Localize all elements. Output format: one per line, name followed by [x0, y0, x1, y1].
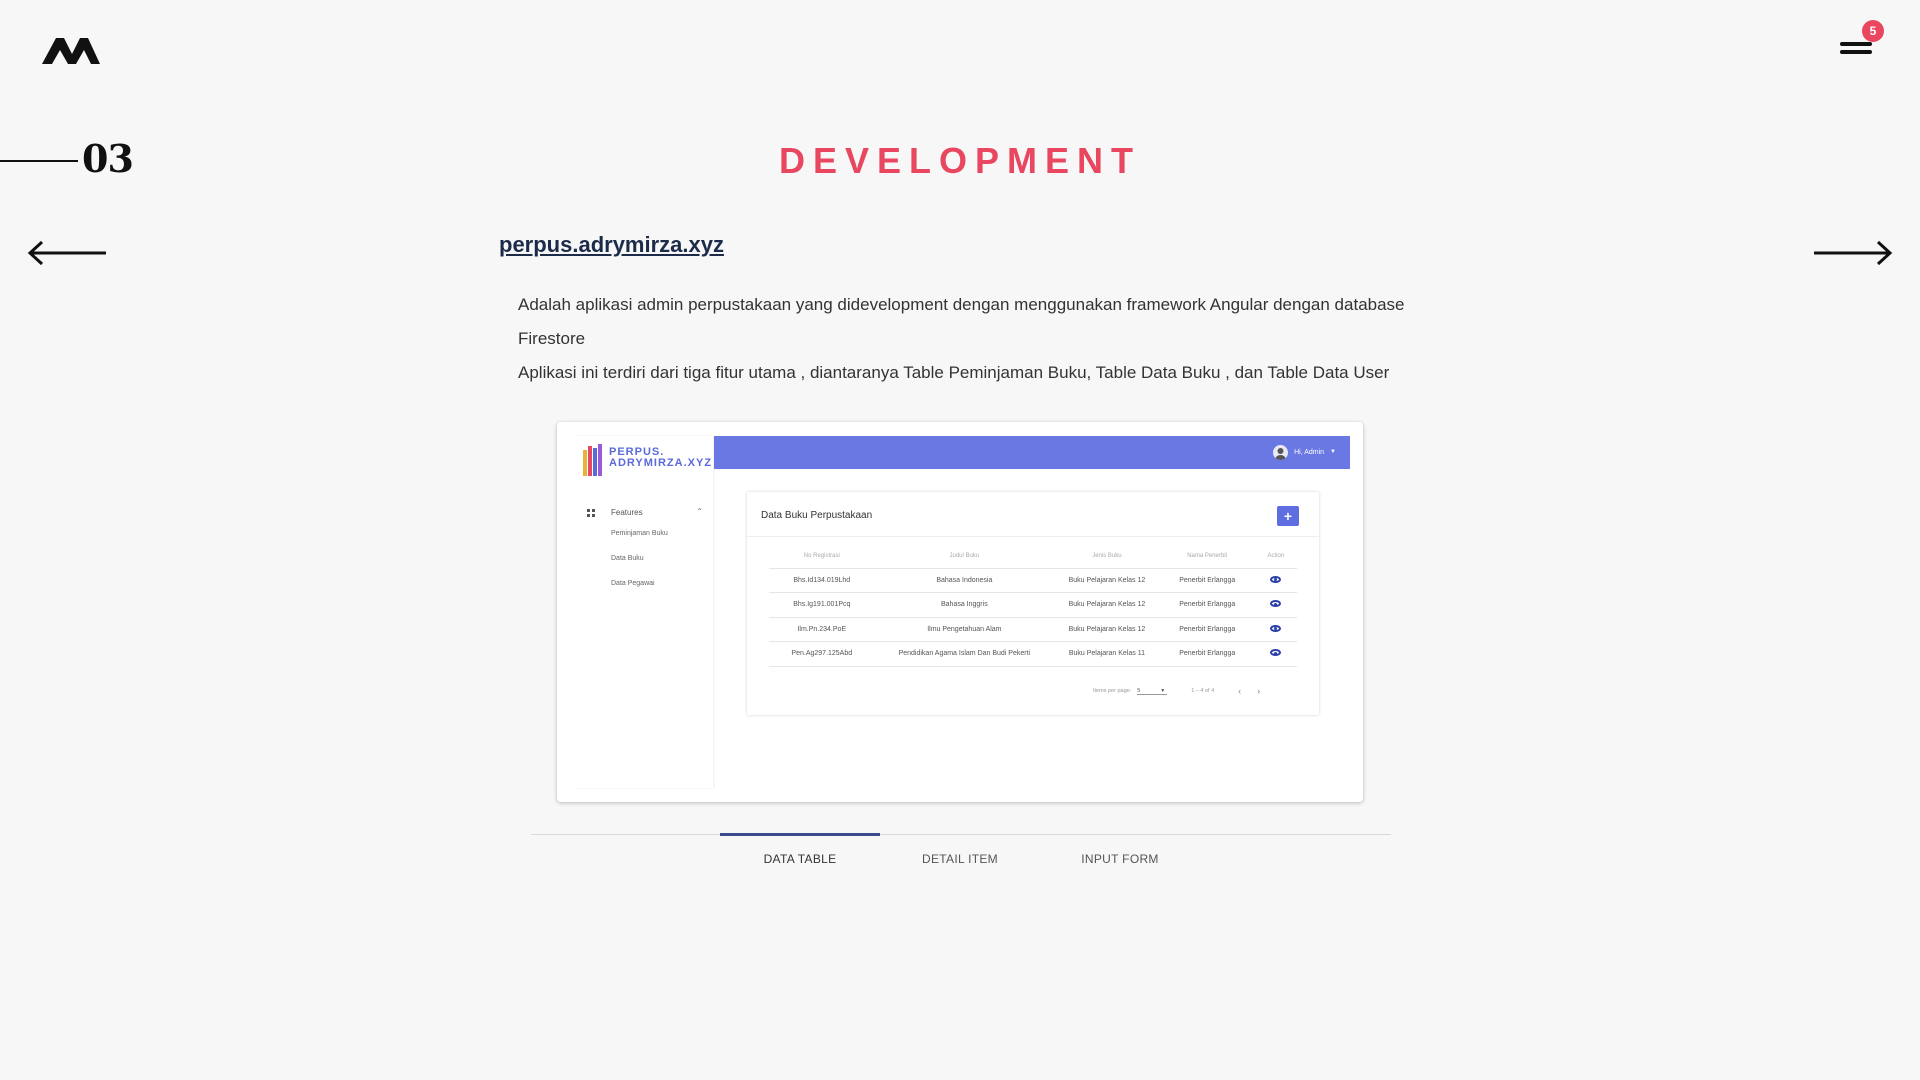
- tab-data-table[interactable]: DATA TABLE: [720, 833, 880, 883]
- table-cell: Buku Pelajaran Kelas 12: [1054, 617, 1160, 642]
- app-brand-text: PERPUS. ADRYMIRZA.XYZ: [609, 447, 712, 469]
- page-size-value: 5: [1137, 687, 1141, 694]
- table-row: Bhs.Ig191.001Pcq Bahasa Inggris Buku Pel…: [769, 592, 1297, 618]
- action-cell: [1254, 617, 1297, 642]
- action-cell: [1254, 641, 1297, 667]
- eye-icon: [1270, 600, 1282, 608]
- chevron-up-icon: ⌃: [696, 507, 703, 516]
- previous-arrow-icon[interactable]: [26, 238, 110, 268]
- column-header: No Registrasi: [769, 544, 875, 569]
- caret-down-icon: ▼: [1160, 687, 1166, 694]
- eye-icon: [1270, 624, 1282, 632]
- next-arrow-icon[interactable]: [1810, 238, 1894, 268]
- table-cell: Penerbit Erlangga: [1159, 568, 1255, 593]
- table-cell: Ilmu Pengetahuan Alam: [874, 617, 1055, 642]
- description-line: Aplikasi ini terdiri dari tiga fitur uta…: [518, 363, 1390, 382]
- table-header-row: No Registrasi Judul Buku Jenis Buku Nama…: [769, 544, 1297, 569]
- app-brand: PERPUS. ADRYMIRZA.XYZ: [583, 444, 713, 478]
- app-topbar: Hi, Admin ▼: [714, 436, 1350, 469]
- table-cell: Buku Pelajaran Kelas 12: [1054, 568, 1160, 593]
- app-sidebar: PERPUS. ADRYMIRZA.XYZ Features ⌃ Peminja…: [573, 436, 713, 788]
- table-cell: Penerbit Erlangga: [1159, 592, 1255, 618]
- action-cell: [1254, 568, 1297, 593]
- description-line: Firestore: [518, 329, 586, 348]
- eye-icon: [1270, 649, 1282, 657]
- card-divider: [747, 536, 1319, 537]
- sidebar-item-peminjaman-buku: Peminjaman Buku: [611, 530, 668, 537]
- description-line: Adalah aplikasi admin perpustakaan yang …: [518, 295, 1405, 314]
- table-cell: Buku Pelajaran Kelas 11: [1054, 641, 1160, 667]
- caret-down-icon: ▼: [1330, 449, 1336, 455]
- page-title: DEVELOPMENT: [778, 140, 1142, 181]
- table-cell: Pen.Ag297.125Abd: [769, 641, 875, 667]
- menu-icon-bar: [1840, 50, 1872, 54]
- table-cell: Ilm.Pn.234.PoE: [769, 617, 875, 642]
- pager-label: Items per page:: [1093, 688, 1132, 694]
- page-size-select: 5 ▼: [1137, 687, 1168, 695]
- menu-icon: [1840, 42, 1872, 46]
- table-row: Bhs.Id134.019Lhd Bahasa Indonesia Buku P…: [769, 568, 1297, 593]
- app-screenshot: PERPUS. ADRYMIRZA.XYZ Features ⌃ Peminja…: [557, 422, 1363, 802]
- pager-range: 1 – 4 of 4: [1191, 688, 1215, 694]
- table-cell: Bahasa Inggris: [874, 592, 1055, 618]
- table-cell: Bhs.Id134.019Lhd: [769, 568, 875, 593]
- column-header: Nama Penerbit: [1159, 544, 1255, 569]
- tab-detail-item[interactable]: DETAIL ITEM: [880, 835, 1040, 883]
- table-cell: Pendidikan Agama Islam Dan Budi Pekerti: [874, 641, 1055, 667]
- sidebar-item-data-pegawai: Data Pegawai: [611, 580, 655, 587]
- chevron-left-icon: ‹: [1238, 686, 1242, 696]
- column-header: Jenis Buku: [1054, 544, 1160, 569]
- add-icon: +: [1277, 506, 1299, 526]
- site-logo[interactable]: [42, 36, 102, 66]
- project-link[interactable]: perpus.adrymirza.xyz: [499, 232, 724, 258]
- eye-icon: [1270, 575, 1282, 583]
- table-paginator: Items per page: 5 ▼ 1 – 4 of 4 ‹ ›: [1093, 686, 1260, 696]
- sidebar-item-data-buku: Data Buku: [611, 555, 644, 562]
- brand-line: ADRYMIRZA.XYZ: [609, 457, 713, 469]
- column-header: Judul Buku: [874, 544, 1055, 569]
- column-header: Action: [1254, 544, 1297, 569]
- grid-icon: [587, 509, 595, 517]
- books-table: No Registrasi Judul Buku Jenis Buku Nama…: [769, 544, 1297, 667]
- sidebar-group-label: Features: [611, 508, 643, 517]
- notification-badge: 5: [1862, 20, 1884, 42]
- chevron-right-icon: ›: [1257, 686, 1261, 696]
- sidebar-group-features: Features ⌃: [587, 506, 703, 522]
- menu-button[interactable]: 5: [1836, 20, 1884, 64]
- table-cell: Bhs.Ig191.001Pcq: [769, 592, 875, 618]
- table-cell: Penerbit Erlangga: [1159, 641, 1255, 667]
- card-title: Data Buku Perpustakaan: [761, 510, 873, 521]
- tab-input-form[interactable]: INPUT FORM: [1040, 835, 1200, 883]
- user-menu: Hi, Admin ▼: [1273, 444, 1336, 460]
- books-icon: [583, 444, 602, 476]
- avatar: [1273, 444, 1289, 460]
- project-description: Adalah aplikasi admin perpustakaan yang …: [518, 288, 1448, 390]
- action-cell: [1254, 592, 1297, 618]
- data-card: Data Buku Perpustakaan + No Registrasi J…: [747, 492, 1319, 715]
- table-row: Pen.Ag297.125Abd Pendidikan Agama Islam …: [769, 641, 1297, 667]
- table-row: Ilm.Pn.234.PoE Ilmu Pengetahuan Alam Buk…: [769, 617, 1297, 642]
- table-cell: Penerbit Erlangga: [1159, 617, 1255, 642]
- table-cell: Bahasa Indonesia: [874, 568, 1055, 593]
- table-cell: Buku Pelajaran Kelas 12: [1054, 592, 1160, 618]
- user-greeting: Hi, Admin: [1294, 448, 1325, 456]
